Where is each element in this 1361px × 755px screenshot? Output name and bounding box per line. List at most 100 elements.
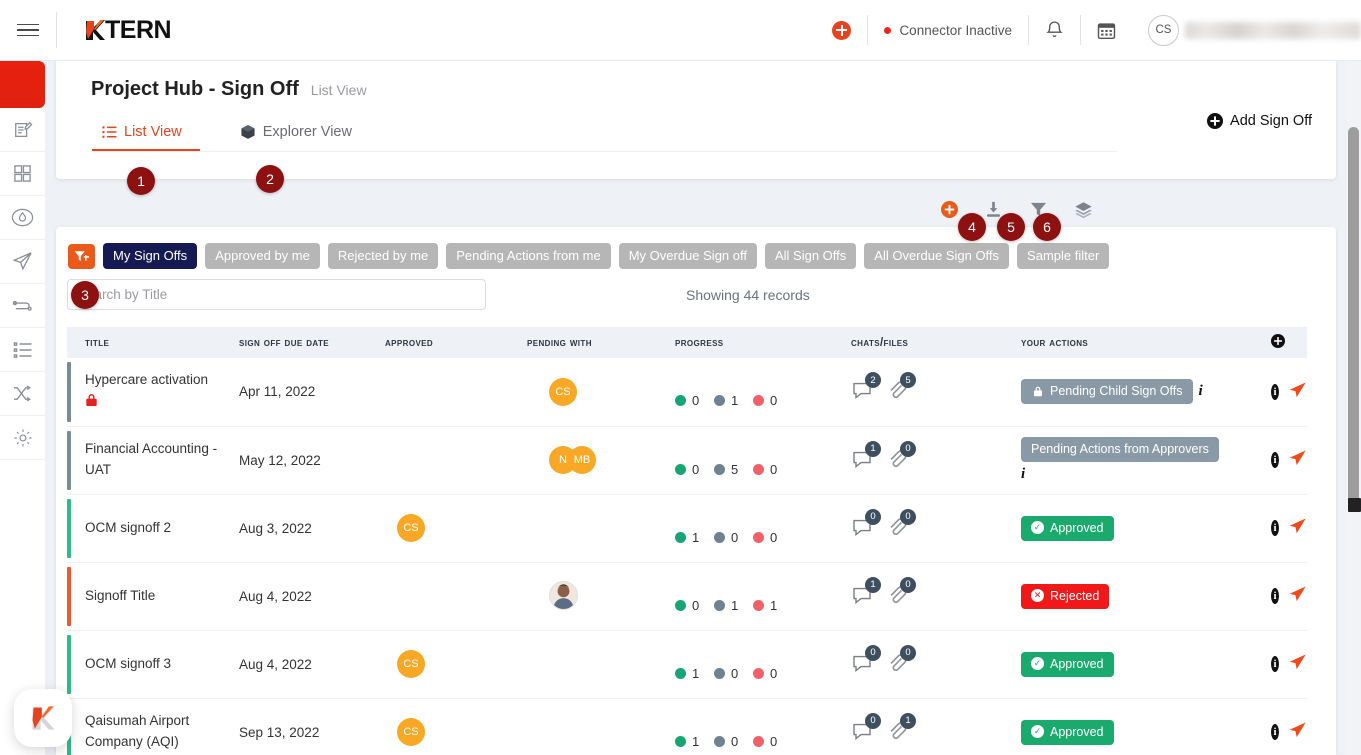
send-button[interactable] — [1288, 721, 1307, 743]
table-row[interactable]: OCM signoff 2 Aug 3, 2022 CS 1 0 0 0 0 ✓ Approved… — [67, 494, 1307, 563]
check-icon: ✓ — [1031, 521, 1044, 534]
vertical-scrollbar[interactable] — [1346, 61, 1361, 755]
cell-approved: CS — [371, 630, 513, 699]
avatar[interactable]: CS — [397, 650, 425, 678]
chip-my-overdue-sign-off[interactable]: My Overdue Sign off — [618, 243, 757, 269]
cell-title[interactable]: OCM signoff 3 — [67, 630, 225, 699]
chat-button[interactable]: 1 — [851, 576, 881, 609]
scrollbar-thumb[interactable] — [1348, 127, 1359, 511]
status-badge[interactable]: ✓ Approved — [1021, 719, 1114, 745]
sidebar-item-settings[interactable] — [0, 416, 45, 460]
cell-title[interactable]: Financial Accounting - UAT — [67, 426, 225, 495]
sidebar-item-list[interactable] — [0, 328, 45, 372]
add-circle-icon[interactable] — [941, 201, 958, 223]
cell-title[interactable]: Hypercare activation — [67, 358, 225, 427]
files-button[interactable]: 0 — [886, 644, 916, 677]
layers-icon[interactable] — [1074, 200, 1093, 224]
connector-status[interactable]: Connector Inactive — [868, 12, 1028, 48]
files-button[interactable]: 0 — [886, 508, 916, 541]
files-button[interactable]: 5 — [886, 372, 916, 404]
status-badge[interactable]: Pending Child Sign Offs — [1021, 379, 1193, 405]
chip-my-sign-offs[interactable]: My Sign Offs — [103, 243, 198, 269]
files-button[interactable]: 1 — [886, 712, 916, 745]
column-chats-files[interactable]: Chats/Files — [837, 327, 1007, 358]
avatar[interactable]: CS — [549, 377, 577, 406]
search-input[interactable] — [67, 279, 486, 310]
avatar[interactable]: CS — [397, 718, 425, 746]
sidebar-fab-logo[interactable] — [14, 689, 72, 747]
progress-count-green: 1 — [692, 665, 700, 681]
add-sign-off-button[interactable]: Add Sign Off — [1207, 113, 1312, 129]
chat-button[interactable]: 2 — [851, 372, 881, 404]
send-button[interactable] — [1288, 653, 1307, 675]
column-your-actions[interactable]: Your Actions — [1007, 327, 1257, 358]
sidebar-item-shuffle[interactable] — [0, 372, 45, 416]
column-title[interactable]: Title — [67, 327, 225, 358]
hamburger-icon[interactable] — [0, 23, 56, 37]
avatar[interactable]: CS — [397, 514, 425, 542]
send-button[interactable] — [1288, 449, 1307, 471]
tab-explorer-view[interactable]: Explorer View — [230, 117, 370, 151]
row-status-bar — [67, 566, 71, 626]
notifications-button[interactable] — [1029, 12, 1080, 48]
avatar[interactable]: MB — [568, 446, 596, 474]
cell-approved: CS — [371, 698, 513, 755]
lock-icon — [1031, 385, 1044, 398]
progress-count-green: 1 — [692, 529, 700, 545]
table-row[interactable]: OCM signoff 3 Aug 4, 2022 CS 1 0 0 0 0 ✓ Approved… — [67, 630, 1307, 699]
cell-title[interactable]: Signoff Title — [67, 562, 225, 631]
sidebar-item-edit[interactable] — [0, 108, 45, 152]
user-menu[interactable]: CS — [1132, 12, 1361, 48]
filter-plus-button[interactable] — [68, 243, 95, 269]
chip-all-sign-offs[interactable]: All Sign Offs — [764, 243, 857, 269]
files-button[interactable]: 0 — [886, 440, 916, 473]
info-circle-icon[interactable]: i — [1271, 656, 1279, 672]
app-logo[interactable]: TERN — [84, 16, 172, 45]
table-row[interactable]: Signoff Title Aug 4, 2022 0 1 1 1 0 ✕ Rejected i — [67, 562, 1307, 631]
column-add[interactable] — [1257, 327, 1307, 358]
cell-title[interactable]: OCM signoff 2 — [67, 494, 225, 563]
info-text-icon[interactable]: i — [1199, 383, 1203, 400]
chat-button[interactable]: 1 — [851, 440, 881, 473]
column-approved[interactable]: Approved — [371, 327, 513, 358]
table-row[interactable]: Hypercare activation Apr 11, 2022 CS 0 1 0 2 5 P… — [67, 358, 1307, 427]
avatar: CS — [1148, 14, 1179, 46]
chat-button[interactable]: 0 — [851, 508, 881, 541]
calendar-button[interactable] — [1081, 12, 1132, 48]
cell-title[interactable]: Qaisumah Airport Company (AQI) — [67, 698, 225, 755]
status-badge[interactable]: ✓ Approved — [1021, 651, 1114, 677]
tab-list-view[interactable]: List View — [92, 117, 200, 151]
info-circle-icon[interactable]: i — [1271, 520, 1279, 536]
status-badge[interactable]: ✓ Approved — [1021, 515, 1114, 541]
file-count-badge: 0 — [900, 440, 916, 457]
table-row[interactable]: Qaisumah Airport Company (AQI) Sep 13, 20… — [67, 698, 1307, 755]
chip-pending-actions-from-me[interactable]: Pending Actions from me — [446, 243, 611, 269]
table-row[interactable]: Financial Accounting - UAT May 12, 2022 N M… — [67, 426, 1307, 495]
chip-rejected-by-me[interactable]: Rejected by me — [327, 243, 439, 269]
avatar[interactable] — [549, 580, 578, 610]
info-circle-icon[interactable]: i — [1271, 383, 1279, 400]
sidebar-item-deploy[interactable] — [0, 240, 45, 284]
send-button[interactable] — [1288, 381, 1307, 403]
info-text-icon[interactable]: i — [1021, 466, 1257, 483]
send-button[interactable] — [1288, 517, 1307, 539]
sidebar-item-pipeline[interactable] — [0, 284, 45, 328]
info-circle-icon[interactable]: i — [1271, 588, 1279, 604]
info-circle-icon[interactable]: i — [1271, 724, 1279, 740]
column-progress[interactable]: Progress — [661, 327, 837, 358]
sidebar-item-dashboard[interactable] — [0, 152, 45, 196]
sidebar-item-insight[interactable] — [0, 196, 45, 240]
status-badge[interactable]: ✕ Rejected — [1021, 583, 1110, 609]
chat-button[interactable]: 0 — [851, 712, 881, 745]
send-button[interactable] — [1288, 585, 1307, 607]
quick-add-button[interactable] — [816, 12, 867, 48]
chip-sample-filter[interactable]: Sample filter — [1017, 243, 1110, 269]
files-button[interactable]: 0 — [886, 576, 916, 609]
chat-button[interactable]: 0 — [851, 644, 881, 677]
status-badge[interactable]: Pending Actions from Approvers — [1021, 437, 1219, 462]
info-circle-icon[interactable]: i — [1271, 452, 1279, 468]
chip-approved-by-me[interactable]: Approved by me — [205, 243, 320, 269]
column-due-date[interactable]: Sign Off Due Date — [225, 327, 371, 358]
chip-all-overdue-sign-offs[interactable]: All Overdue Sign Offs — [864, 243, 1010, 269]
column-pending-with[interactable]: Pending With — [513, 327, 661, 358]
